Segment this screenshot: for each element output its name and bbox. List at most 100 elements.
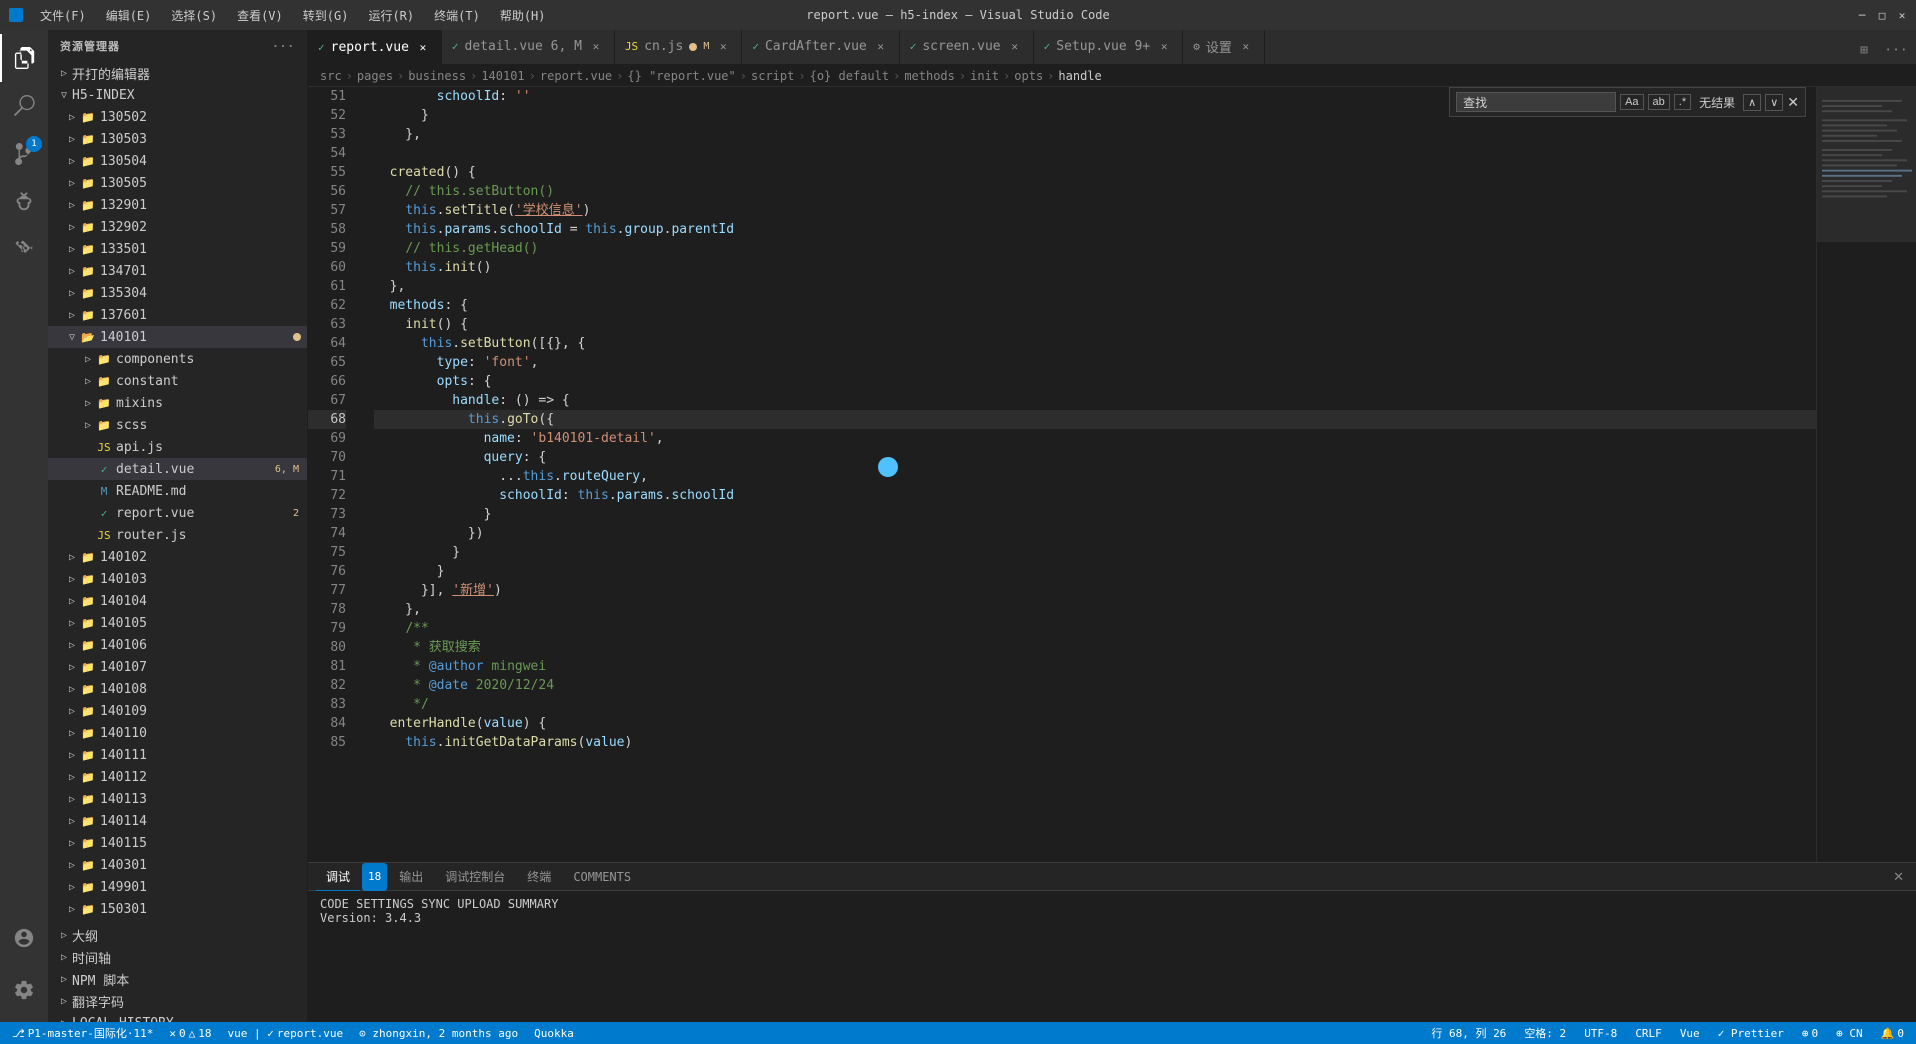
menu-help[interactable]: 帮助(H) bbox=[492, 5, 554, 26]
section-timeline[interactable]: ▷ 时间轴 bbox=[48, 946, 307, 968]
panel-tab-debug-console[interactable]: 调试控制台 bbox=[435, 863, 515, 891]
menu-run[interactable]: 运行(R) bbox=[360, 5, 422, 26]
folder-140115[interactable]: ▷ 📁 140115 bbox=[48, 832, 307, 854]
file-router-js[interactable]: JS router.js bbox=[48, 524, 307, 546]
activity-search[interactable] bbox=[0, 82, 48, 130]
file-readme-md[interactable]: M README.md bbox=[48, 480, 307, 502]
next-match-button[interactable]: ∨ bbox=[1765, 94, 1783, 111]
panel-tab-debug-count[interactable]: 18 bbox=[362, 863, 387, 891]
panel-tab-debug[interactable]: 调试 bbox=[316, 863, 360, 891]
folder-133501[interactable]: ▷ 📁 133501 bbox=[48, 238, 307, 260]
folder-140109[interactable]: ▷ 📁 140109 bbox=[48, 700, 307, 722]
breadcrumb-report-obj[interactable]: {} "report.vue" bbox=[627, 69, 735, 83]
section-local-history[interactable]: ▷ LOCAL HISTORY bbox=[48, 1012, 307, 1022]
tab-close-button[interactable]: ✕ bbox=[1007, 39, 1023, 55]
breadcrumb-init[interactable]: init bbox=[970, 69, 999, 83]
folder-constant[interactable]: ▷ 📁 constant bbox=[48, 370, 307, 392]
folder-140113[interactable]: ▷ 📁 140113 bbox=[48, 788, 307, 810]
folder-140104[interactable]: ▷ 📁 140104 bbox=[48, 590, 307, 612]
code-editor[interactable]: schoolId: '' } }, created() { // this.se… bbox=[358, 87, 1816, 862]
whole-word-button[interactable]: ab bbox=[1648, 94, 1670, 110]
section-outline[interactable]: ▷ 大纲 bbox=[48, 924, 307, 946]
sidebar-scroll[interactable]: ▷ 开打的编辑器 ▽ H5-INDEX ▷ 📁 130502 ▷ 📁 13050… bbox=[48, 62, 307, 1022]
folder-149901[interactable]: ▷ 📁 149901 bbox=[48, 876, 307, 898]
git-blame[interactable]: ⊙ zhongxin, 2 months ago bbox=[355, 1022, 522, 1044]
breadcrumb-handle[interactable]: handle bbox=[1058, 69, 1101, 83]
tab-close-button[interactable]: ✕ bbox=[715, 39, 731, 55]
section-npm-scripts[interactable]: ▷ NPM 脚本 bbox=[48, 968, 307, 990]
folder-130503[interactable]: ▷ 📁 130503 bbox=[48, 128, 307, 150]
notifications-cn[interactable]: ⊕ CN bbox=[1832, 1022, 1867, 1044]
menu-select[interactable]: 选择(S) bbox=[163, 5, 225, 26]
tab-report-vue[interactable]: ✓ report.vue ✕ bbox=[308, 30, 442, 64]
tab-cardafter-vue[interactable]: ✓ CardAfter.vue ✕ bbox=[742, 30, 899, 64]
activity-extensions[interactable] bbox=[0, 226, 48, 274]
breadcrumb-default[interactable]: {o} default bbox=[810, 69, 889, 83]
tab-close-button[interactable]: ✕ bbox=[1238, 39, 1254, 55]
folder-130504[interactable]: ▷ 📁 130504 bbox=[48, 150, 307, 172]
breadcrumb-src[interactable]: src bbox=[320, 69, 342, 83]
menu-view[interactable]: 查看(V) bbox=[229, 5, 291, 26]
folder-140102[interactable]: ▷ 📁 140102 bbox=[48, 546, 307, 568]
titlebar-menu[interactable]: 文件(F) 编辑(E) 选择(S) 查看(V) 转到(G) 运行(R) 终端(T… bbox=[32, 5, 554, 26]
line-ending[interactable]: CRLF bbox=[1631, 1022, 1666, 1044]
folder-140107[interactable]: ▷ 📁 140107 bbox=[48, 656, 307, 678]
folder-130502[interactable]: ▷ 📁 130502 bbox=[48, 106, 307, 128]
file-detail-vue[interactable]: ✓ detail.vue 6, M bbox=[48, 458, 307, 480]
notifications[interactable]: 🔔 0 bbox=[1877, 1022, 1908, 1044]
folder-150301[interactable]: ▷ 📁 150301 bbox=[48, 898, 307, 920]
panel-tab-output[interactable]: 输出 bbox=[389, 863, 433, 891]
activity-source-control[interactable]: 1 bbox=[0, 130, 48, 178]
folder-140108[interactable]: ▷ 📁 140108 bbox=[48, 678, 307, 700]
cursor-position[interactable]: 行 68, 列 26 bbox=[1427, 1022, 1510, 1044]
section-open-editors[interactable]: ▷ 开打的编辑器 bbox=[48, 62, 307, 84]
maximize-button[interactable]: □ bbox=[1876, 9, 1888, 21]
folder-137601[interactable]: ▷ 📁 137601 bbox=[48, 304, 307, 326]
menu-goto[interactable]: 转到(G) bbox=[295, 5, 357, 26]
git-branch[interactable]: ⎇ P1-master-国际化·11* bbox=[8, 1022, 157, 1044]
menu-edit[interactable]: 编辑(E) bbox=[98, 5, 160, 26]
activity-run-debug[interactable] bbox=[0, 178, 48, 226]
tab-close-button[interactable]: ✕ bbox=[588, 39, 604, 55]
split-editor-button[interactable]: ⊞ bbox=[1850, 36, 1878, 64]
breadcrumb-140101[interactable]: 140101 bbox=[481, 69, 524, 83]
section-h5-index[interactable]: ▽ H5-INDEX bbox=[48, 84, 307, 106]
folder-132901[interactable]: ▷ 📁 132901 bbox=[48, 194, 307, 216]
folder-140106[interactable]: ▷ 📁 140106 bbox=[48, 634, 307, 656]
prettier[interactable]: ✓ Prettier bbox=[1714, 1022, 1788, 1044]
code-sync[interactable]: ⊕ 0 bbox=[1798, 1022, 1822, 1044]
tab-cn-js[interactable]: JS cn.js M ✕ bbox=[615, 30, 742, 64]
folder-140301[interactable]: ▷ 📁 140301 bbox=[48, 854, 307, 876]
tab-settings[interactable]: ⚙ 设置 ✕ bbox=[1183, 30, 1265, 64]
menu-terminal[interactable]: 终端(T) bbox=[426, 5, 488, 26]
window-controls[interactable]: ─ □ ✕ bbox=[1856, 9, 1908, 21]
folder-140103[interactable]: ▷ 📁 140103 bbox=[48, 568, 307, 590]
tab-detail-vue[interactable]: ✓ detail.vue 6, M ✕ bbox=[442, 30, 615, 64]
activity-accounts[interactable] bbox=[0, 914, 48, 962]
panel-tab-comments[interactable]: COMMENTS bbox=[563, 863, 641, 891]
prev-match-button[interactable]: ∧ bbox=[1743, 94, 1761, 111]
file-api-js[interactable]: JS api.js bbox=[48, 436, 307, 458]
match-case-button[interactable]: Aa bbox=[1620, 94, 1643, 110]
tab-setup-vue[interactable]: ✓ Setup.vue 9+ ✕ bbox=[1034, 30, 1184, 64]
tab-close-button[interactable]: ✕ bbox=[873, 39, 889, 55]
breadcrumb-pages[interactable]: pages bbox=[357, 69, 393, 83]
breadcrumb-script[interactable]: script bbox=[751, 69, 794, 83]
find-close-button[interactable]: ✕ bbox=[1787, 94, 1799, 111]
tab-close-button[interactable]: ✕ bbox=[415, 39, 431, 55]
quokka[interactable]: Quokka bbox=[530, 1022, 578, 1044]
folder-components[interactable]: ▷ 📁 components bbox=[48, 348, 307, 370]
file-report-vue[interactable]: ✓ report.vue 2 bbox=[48, 502, 307, 524]
folder-scss[interactable]: ▷ 📁 scss bbox=[48, 414, 307, 436]
close-button[interactable]: ✕ bbox=[1896, 9, 1908, 21]
folder-140112[interactable]: ▷ 📁 140112 bbox=[48, 766, 307, 788]
file-type[interactable]: vue | ✓ report.vue bbox=[224, 1022, 348, 1044]
tab-close-button[interactable]: ✕ bbox=[1156, 39, 1172, 55]
folder-mixins[interactable]: ▷ 📁 mixins bbox=[48, 392, 307, 414]
error-warning-count[interactable]: ✕ 0 △ 18 bbox=[165, 1022, 215, 1044]
activity-explorer[interactable] bbox=[0, 34, 48, 82]
breadcrumb-business[interactable]: business bbox=[408, 69, 466, 83]
tab-screen-vue[interactable]: ✓ screen.vue ✕ bbox=[900, 30, 1034, 64]
folder-140105[interactable]: ▷ 📁 140105 bbox=[48, 612, 307, 634]
breadcrumb-opts[interactable]: opts bbox=[1014, 69, 1043, 83]
